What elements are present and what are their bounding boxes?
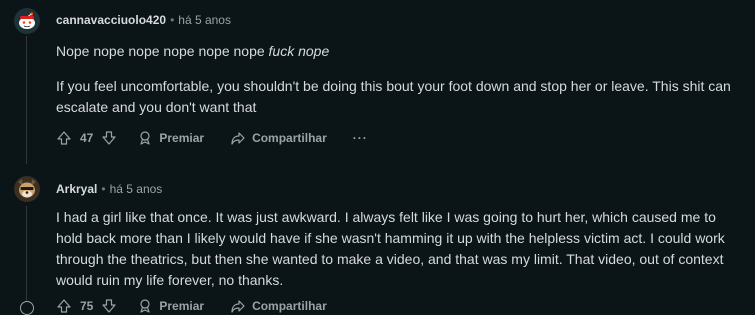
upvote-icon[interactable] [56,130,72,146]
comment-text: Nope nope nope nope nope nope [56,43,269,59]
more-icon[interactable]: ··· [353,131,368,145]
comment-body: I had a girl like that once. It was just… [56,207,743,291]
share-label: Compartilhar [252,299,327,313]
comment-paragraph: I had a girl like that once. It was just… [56,209,725,288]
comment-paragraph: If you feel uncomfortable, you shouldn't… [56,78,731,115]
award-label: Premiar [159,131,205,145]
comment-meta: cannavacciuolo420 • há 5 anos [56,13,231,27]
share-icon [230,130,246,146]
share-icon [230,298,246,314]
avatar[interactable] [14,8,40,34]
comment-actions: 47 Premiar Compartilhar ··· [56,130,368,146]
award-icon [137,298,153,314]
collapse-thread-icon[interactable] [20,301,34,315]
comment-meta: Arkryal • há 5 anos [56,182,162,196]
comment-italic-text: fuck nope [268,43,330,59]
upvote-icon[interactable] [56,298,72,314]
author-name[interactable]: Arkryal [56,182,97,196]
share-button[interactable]: Compartilhar [230,298,327,314]
meta-separator: • [170,13,175,27]
comment-body: Nope nope nope nope nope nope fuck nope … [56,41,743,118]
share-label: Compartilhar [252,131,327,145]
timestamp[interactable]: há 5 anos [110,182,163,196]
author-name[interactable]: cannavacciuolo420 [56,13,166,27]
thread-line[interactable] [26,206,27,308]
comment-paragraph: Nope nope nope nope nope nope fuck nope [56,41,743,62]
timestamp[interactable]: há 5 anos [178,13,231,27]
downvote-icon[interactable] [101,130,117,146]
award-button[interactable]: Premiar [137,130,204,146]
vote-count: 75 [80,299,94,313]
thread-line[interactable] [26,36,27,164]
share-button[interactable]: Compartilhar [230,130,327,146]
award-icon [137,130,153,146]
dog-avatar-icon [14,176,40,202]
snoo-avatar-icon [14,8,40,34]
downvote-icon[interactable] [101,298,117,314]
award-button[interactable]: Premiar [137,298,204,314]
comment-actions: 75 Premiar Compartilhar [56,298,327,314]
vote-count: 47 [80,131,94,145]
avatar[interactable] [14,176,40,202]
award-label: Premiar [159,299,205,313]
meta-separator: • [101,182,106,196]
